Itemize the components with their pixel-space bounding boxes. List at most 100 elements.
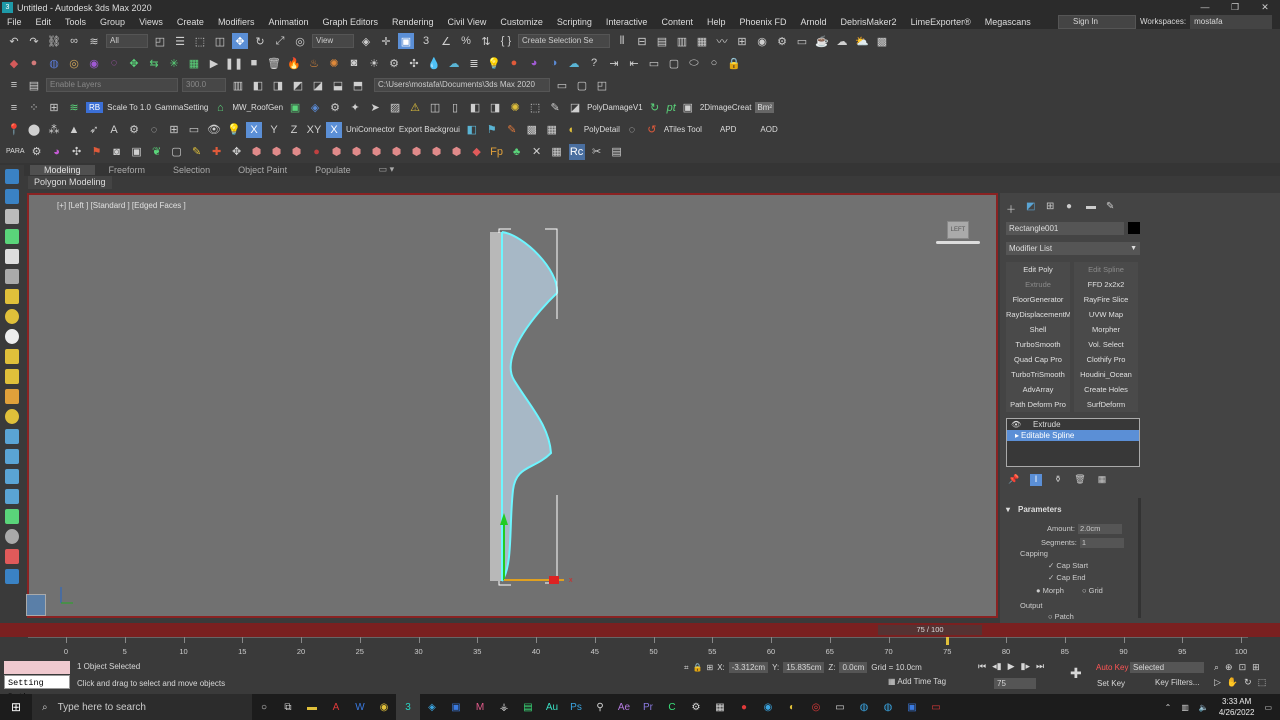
menu-scripting[interactable]: Scripting: [550, 17, 599, 27]
utilities-tab-icon[interactable]: ✎: [1106, 201, 1118, 213]
project-path-field[interactable]: C:\Users\mostafa\Documents\3ds Max 2020: [374, 78, 550, 92]
pause-icon[interactable]: ❚❚: [225, 55, 243, 71]
app-icon-11[interactable]: ▭: [828, 694, 852, 720]
pan-icon[interactable]: ✋: [1227, 677, 1238, 688]
menu-debrismaker[interactable]: DebrisMaker2: [834, 17, 904, 27]
leaf-icon[interactable]: ❦: [149, 144, 165, 160]
time-slider-bar[interactable]: 75 / 100: [0, 623, 1280, 637]
mod-morpher-button[interactable]: Morpher: [1074, 322, 1138, 337]
object-color-swatch[interactable]: [1128, 222, 1140, 234]
menu-modifiers[interactable]: Modifiers: [211, 17, 262, 27]
stack-item-editable-spline[interactable]: ▸ Editable Spline: [1007, 430, 1139, 441]
fire-icon-2[interactable]: ♨: [306, 55, 322, 71]
named-selection-dropdown[interactable]: Create Selection Se: [518, 34, 610, 48]
window-tool-4-icon[interactable]: ◨: [487, 100, 503, 116]
layers-icon[interactable]: ≣: [466, 55, 482, 71]
ies-icon[interactable]: ◧: [464, 122, 480, 138]
stack-item-extrude[interactable]: 👁 Extrude: [1007, 419, 1139, 430]
list-icon[interactable]: ≡: [6, 100, 22, 116]
undo-icon[interactable]: ↶: [6, 33, 22, 49]
bulb-tool-icon[interactable]: 💡: [226, 122, 242, 138]
apd-button[interactable]: APD: [720, 125, 736, 134]
rect-selection-icon[interactable]: ⬚: [192, 33, 208, 49]
sphere-grey-icon[interactable]: [5, 529, 19, 544]
toggle-ribbon-icon[interactable]: ▦: [694, 33, 710, 49]
zoom-extents-all-icon[interactable]: ⊞: [1252, 662, 1260, 673]
tree-icon[interactable]: ♣: [509, 144, 525, 160]
sun-icon[interactable]: ✺: [507, 100, 523, 116]
patch-radio[interactable]: ○ Patch: [1048, 612, 1074, 621]
mod-floorgenerator-button[interactable]: FloorGenerator: [1006, 292, 1070, 307]
rendered-frame-icon[interactable]: ▭: [794, 33, 810, 49]
show-end-result-icon[interactable]: I: [1030, 474, 1042, 486]
menu-arnold[interactable]: Arnold: [794, 17, 834, 27]
hexagon-8-icon[interactable]: ⬢: [409, 144, 425, 160]
menu-create[interactable]: Create: [170, 17, 211, 27]
rotate-icon[interactable]: ↻: [252, 33, 268, 49]
pin-stack-icon[interactable]: 📌: [1008, 474, 1020, 486]
orbit-icon[interactable]: ↻: [1244, 677, 1252, 688]
table-tool-icon[interactable]: ▦: [549, 144, 565, 160]
hexagon-1-icon[interactable]: ⬢: [249, 144, 265, 160]
pin-icon[interactable]: 📍: [6, 122, 22, 138]
water-icon[interactable]: 💧: [426, 55, 442, 71]
grid-green-icon[interactable]: ▦: [186, 55, 202, 71]
roofgen-button[interactable]: MW_RoofGen: [232, 103, 283, 112]
xy-plane-icon[interactable]: X: [326, 121, 342, 138]
ring-pink-icon[interactable]: ◌: [106, 55, 122, 71]
menu-file[interactable]: File: [0, 17, 29, 27]
camera-small-icon[interactable]: ◙: [109, 144, 125, 160]
key-filters-button[interactable]: Key Filters...: [1155, 678, 1199, 687]
bm-button[interactable]: Bm²: [755, 102, 775, 113]
menu-rendering[interactable]: Rendering: [385, 17, 441, 27]
script-green-icon[interactable]: ▣: [287, 100, 303, 116]
gear-small-icon[interactable]: ⚙: [29, 144, 45, 160]
menu-tools[interactable]: Tools: [58, 17, 93, 27]
recorder-icon[interactable]: ●: [732, 694, 756, 720]
make-unique-icon[interactable]: ⚱: [1052, 474, 1064, 486]
project-new-icon[interactable]: ▢: [574, 77, 590, 93]
scene-explorer-icon[interactable]: [5, 189, 19, 204]
y-coord-field[interactable]: 15.835cm: [783, 662, 825, 673]
gamma-setting-button[interactable]: GammaSetting: [155, 103, 208, 112]
x-axis-icon[interactable]: X: [246, 121, 262, 138]
tray-chevron-icon[interactable]: ⌃: [1165, 703, 1172, 712]
mod-advarray-button[interactable]: AdvArray: [1006, 382, 1070, 397]
light-icon[interactable]: ☀: [366, 55, 382, 71]
fov-icon[interactable]: ▷: [1214, 677, 1221, 688]
app-icon-3[interactable]: M: [468, 694, 492, 720]
film-icon[interactable]: ▣: [129, 144, 145, 160]
hexagon-2-icon[interactable]: ⬢: [269, 144, 285, 160]
first-aid-icon[interactable]: ✚: [209, 144, 225, 160]
word-icon[interactable]: W: [348, 694, 372, 720]
audition-icon[interactable]: Au: [540, 694, 564, 720]
sun-strip-icon[interactable]: [5, 389, 19, 404]
taskbar-clock[interactable]: 3:33 AM 4/26/2022: [1219, 696, 1255, 718]
tools-icon[interactable]: ✣: [69, 144, 85, 160]
layer-tool-5-icon[interactable]: ◪: [310, 77, 326, 93]
move-small-icon[interactable]: ✥: [229, 144, 245, 160]
rb-button[interactable]: RB: [86, 102, 104, 113]
script-blue-icon[interactable]: ◈: [307, 100, 323, 116]
pivot-center-icon[interactable]: ◈: [358, 33, 374, 49]
xy-axis-icon[interactable]: XY: [306, 122, 322, 138]
play-anim-icon[interactable]: ▶: [1008, 661, 1015, 672]
hexagon-10-icon[interactable]: ⬢: [449, 144, 465, 160]
aod-button[interactable]: AOD: [760, 125, 777, 134]
cloud-render-icon[interactable]: ☁: [566, 55, 582, 71]
flag-icon[interactable]: ⚑: [89, 144, 105, 160]
hexagon-9-icon[interactable]: ⬢: [429, 144, 445, 160]
display-tab-icon[interactable]: ▬: [1086, 201, 1098, 213]
toggle-scene-explorer-icon[interactable]: ▤: [654, 33, 670, 49]
align-grid-icon[interactable]: ⊞: [46, 100, 62, 116]
cortana-icon[interactable]: ○: [252, 694, 276, 720]
material-editor-icon[interactable]: ◉: [754, 33, 770, 49]
acrobat-icon[interactable]: A: [324, 694, 348, 720]
tab-selection[interactable]: Selection: [159, 165, 224, 175]
modifier-list-dropdown[interactable]: Modifier List ▼: [1006, 242, 1140, 255]
box-yellow-icon[interactable]: [5, 289, 19, 304]
render-setup-icon[interactable]: ⚙: [774, 33, 790, 49]
script-tool-icon[interactable]: ✦: [347, 100, 363, 116]
cap-end-checkbox[interactable]: ✓ Cap End: [1048, 573, 1086, 582]
app-icon-13[interactable]: ◍: [876, 694, 900, 720]
